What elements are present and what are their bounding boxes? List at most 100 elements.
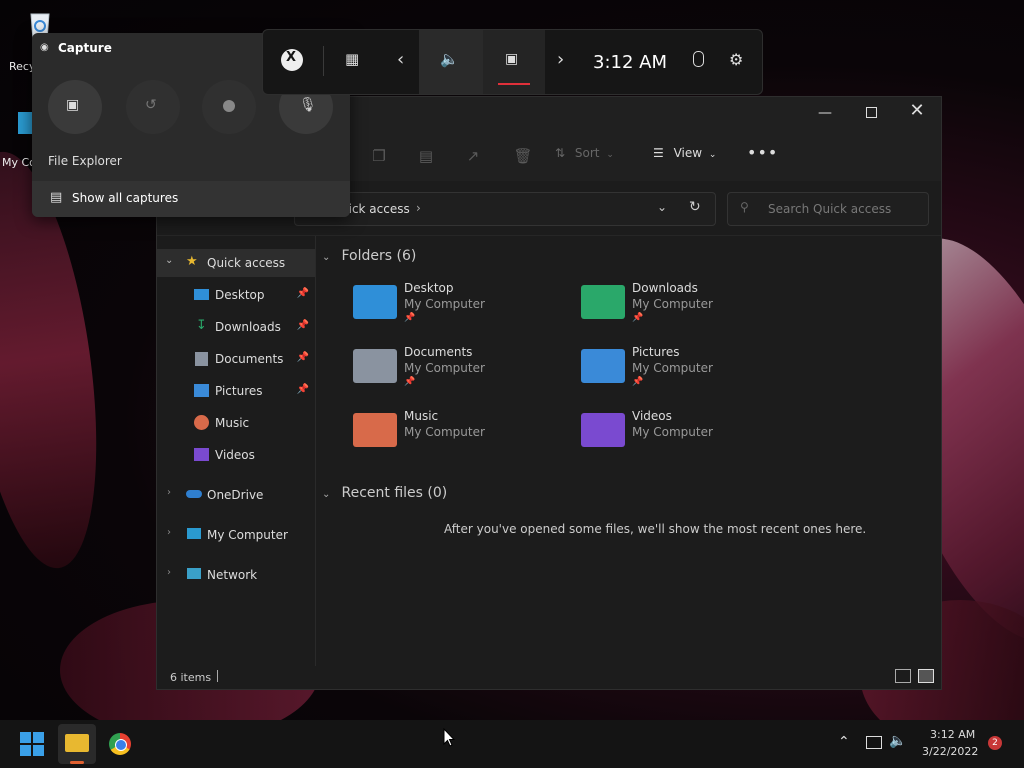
chrome-center	[115, 739, 127, 751]
chevron-right-icon[interactable]: ›	[167, 527, 171, 538]
share-icon[interactable]: ↗	[463, 146, 483, 166]
pictures-folder-icon	[581, 349, 625, 383]
more-options-icon[interactable]: •••	[747, 143, 778, 162]
folder-item-pictures[interactable]: Pictures My Computer 📌	[581, 345, 781, 401]
chevron-right-icon[interactable]: ›	[557, 49, 564, 70]
folder-name: Downloads	[632, 281, 698, 295]
maximize-button[interactable]	[863, 104, 879, 120]
game-bar: X ▦ ‹ 🔈 ▣ › 3:12 AM ⚙	[262, 29, 763, 95]
chevron-up-icon[interactable]: ⌃	[838, 734, 850, 750]
maximize-icon	[866, 107, 877, 118]
sort-icon: ⇅	[555, 146, 566, 160]
nav-item-label: Documents	[215, 352, 284, 366]
capture-title: Capture	[58, 41, 112, 55]
section-title: Folders (6)	[341, 248, 417, 264]
taskbar-time[interactable]: 3:12 AM	[930, 728, 975, 741]
paste-icon[interactable]: ▤	[416, 146, 436, 166]
tiles-view-icon[interactable]	[918, 669, 934, 683]
nav-item-music[interactable]: Music	[157, 409, 315, 437]
pin-icon: 📌	[632, 377, 644, 387]
folder-item-documents[interactable]: Documents My Computer 📌	[353, 345, 553, 401]
chevron-right-icon[interactable]: ›	[416, 201, 421, 215]
documents-icon	[195, 352, 208, 366]
taskbar-chrome[interactable]	[106, 730, 134, 758]
music-icon	[194, 415, 209, 430]
minimize-button[interactable]: —	[817, 105, 833, 121]
show-all-captures-button[interactable]: ▤ Show all captures	[32, 181, 350, 217]
mouse-cursor-icon	[443, 728, 455, 747]
chevron-right-icon[interactable]: ›	[167, 487, 171, 498]
view-button[interactable]: ☰ View ⌄	[653, 146, 716, 166]
nav-item-label: My Computer	[207, 528, 288, 542]
item-count: 6 items	[170, 671, 212, 684]
gamebar-clock: 3:12 AM	[593, 52, 667, 73]
taskbar-file-explorer[interactable]	[58, 724, 96, 764]
videos-folder-icon	[581, 413, 625, 447]
recent-files-header[interactable]: ⌄ Recent files (0)	[322, 482, 447, 501]
videos-icon	[194, 448, 209, 461]
copy-icon[interactable]: ❐	[369, 146, 389, 166]
chevron-down-icon[interactable]: ⌄	[657, 200, 667, 214]
search-input[interactable]: ⚲ Search Quick access	[727, 192, 929, 226]
screenshot-button[interactable]: ▣	[48, 80, 102, 134]
star-icon: ★	[186, 254, 198, 269]
record-icon	[223, 100, 235, 112]
speaker-icon: 🔈	[440, 50, 459, 68]
nav-item-pictures[interactable]: Pictures 📌	[157, 377, 315, 405]
network-icon[interactable]	[866, 736, 882, 749]
xbox-icon[interactable]: X	[281, 49, 303, 71]
network-icon	[187, 568, 201, 579]
folder-location: My Computer	[404, 425, 485, 439]
nav-item-onedrive[interactable]: › OneDrive	[157, 481, 315, 509]
nav-item-label: OneDrive	[207, 488, 264, 502]
sort-button[interactable]: ⇅ Sort ⌄	[555, 146, 614, 166]
xbox-mark: X	[286, 50, 297, 65]
start-button[interactable]	[20, 732, 44, 756]
pin-icon: 📌	[296, 384, 309, 395]
chevron-down-icon[interactable]: ⌄	[165, 255, 173, 266]
desktop-folder-icon	[353, 285, 397, 319]
navigation-pane: ⌄ ★ Quick access Desktop 📌 ↧ Downloads 📌…	[157, 236, 316, 666]
pin-icon: 📌	[404, 377, 416, 387]
chevron-down-icon: ⌄	[606, 150, 614, 160]
folder-name: Pictures	[632, 345, 680, 359]
capture-widget-button[interactable]: ▣	[483, 30, 545, 94]
folder-item-downloads[interactable]: Downloads My Computer 📌	[581, 281, 781, 337]
nav-item-label: Pictures	[215, 384, 263, 398]
mouse-icon[interactable]	[693, 51, 704, 67]
chevron-right-icon[interactable]: ›	[167, 567, 171, 578]
nav-item-downloads[interactable]: ↧ Downloads 📌	[157, 313, 315, 341]
nav-item-label: Downloads	[215, 320, 281, 334]
downloads-folder-icon	[581, 285, 625, 319]
nav-item-quick-access[interactable]: ⌄ ★ Quick access	[157, 249, 315, 277]
folder-location: My Computer	[632, 361, 713, 375]
search-placeholder: Search Quick access	[768, 202, 892, 216]
folder-item-music[interactable]: Music My Computer	[353, 409, 553, 465]
volume-icon[interactable]: 🔈	[889, 733, 906, 749]
pin-icon: 📌	[296, 288, 309, 299]
folder-item-desktop[interactable]: Desktop My Computer 📌	[353, 281, 553, 337]
notification-badge[interactable]: 2	[988, 736, 1002, 750]
record-last-button[interactable]: ↺	[126, 80, 180, 134]
record-last-icon: ↺	[145, 97, 157, 113]
audio-widget-button[interactable]: 🔈	[419, 30, 483, 94]
folders-header[interactable]: ⌄ Folders (6)	[322, 245, 416, 264]
nav-item-desktop[interactable]: Desktop 📌	[157, 281, 315, 309]
nav-item-videos[interactable]: Videos	[157, 441, 315, 469]
refresh-icon[interactable]: ↻	[689, 199, 701, 215]
details-view-icon[interactable]	[895, 669, 911, 683]
nav-item-documents[interactable]: Documents 📌	[157, 345, 315, 373]
nav-item-my-computer[interactable]: › My Computer	[157, 521, 315, 549]
address-bar[interactable]: uick access › ⌄ ↻	[294, 192, 716, 226]
gear-icon[interactable]: ⚙	[729, 50, 743, 69]
performance-widget-icon[interactable]: ▦	[345, 50, 359, 68]
recent-files-empty-message: After you've opened some files, we'll sh…	[444, 522, 867, 536]
folder-item-videos[interactable]: Videos My Computer	[581, 409, 781, 465]
start-recording-button[interactable]	[202, 80, 256, 134]
close-button[interactable]: ✕	[908, 102, 926, 120]
nav-item-network[interactable]: › Network	[157, 561, 315, 589]
folder-location: My Computer	[404, 361, 485, 375]
taskbar-date[interactable]: 3/22/2022	[922, 745, 978, 758]
chevron-left-icon[interactable]: ‹	[397, 49, 404, 70]
delete-icon[interactable]: 🗑	[513, 146, 533, 166]
